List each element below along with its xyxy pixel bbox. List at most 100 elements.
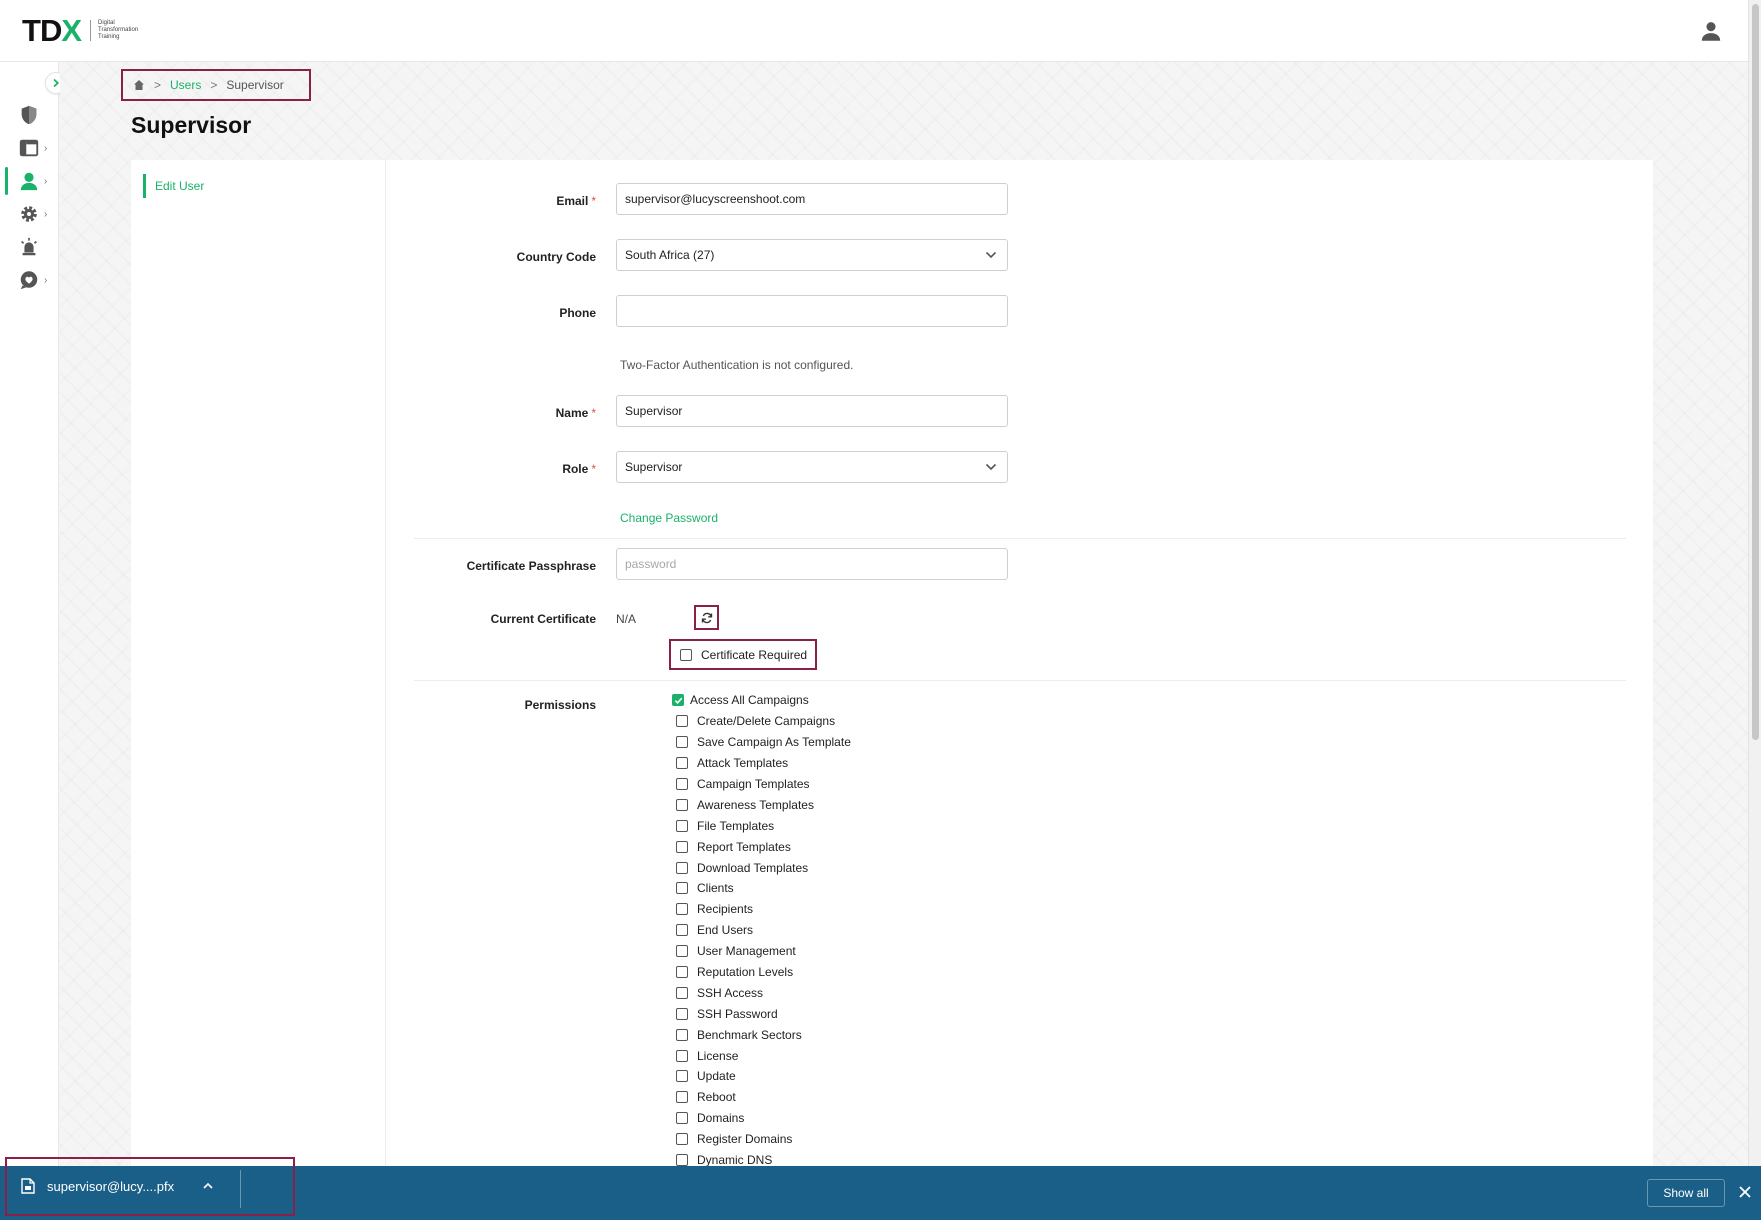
download-file-name: supervisor@lucy....pfx [47,1178,175,1194]
permission-end-users[interactable]: End Users [676,920,851,941]
checkbox[interactable] [676,861,688,874]
checkbox[interactable] [676,945,688,958]
download-item[interactable]: supervisor@lucy....pfx [5,1157,295,1216]
permission-create-delete-campaigns[interactable]: Create/Delete Campaigns [676,711,851,732]
checkbox[interactable] [676,1070,688,1083]
chevron-right-icon: › [44,175,48,187]
checkbox[interactable] [680,648,692,661]
logo-mark: TDX [22,13,82,48]
layout-icon [19,139,39,157]
permission-reboot[interactable]: Reboot [676,1087,851,1108]
checkbox[interactable] [676,924,688,937]
checkbox[interactable] [676,1154,688,1167]
chevron-right-icon: › [44,274,48,286]
permission-attack-templates[interactable]: Attack Templates [676,753,851,774]
permissions-label: Permissions [524,698,596,712]
current-certificate-label: Current Certificate [490,612,596,626]
vertical-scrollbar[interactable] [1748,0,1761,1166]
certificate-required-label: Certificate Required [701,647,808,662]
download-file[interactable]: supervisor@lucy....pfx [21,1178,214,1194]
sidebar-item-campaigns[interactable]: › [0,132,59,164]
sidebar-item-users[interactable]: › [0,165,59,197]
edit-user-form: Email * supervisor@lucyscreenshoot.com Co… [385,160,1653,1167]
permission-update[interactable]: Update [676,1066,851,1087]
sidebar-item-support[interactable]: › [0,264,59,296]
permission-awareness-templates[interactable]: Awareness Templates [676,794,851,815]
tab-panel: Edit User [131,160,385,1166]
checkbox[interactable] [676,966,688,979]
checkbox[interactable] [676,778,688,790]
check-icon [674,697,682,704]
breadcrumb-separator: > [154,78,162,92]
permission-ssh-access[interactable]: SSH Access [676,982,851,1003]
checkbox[interactable] [676,819,688,832]
permission-access-all-campaigns[interactable]: Access All Campaigns [672,690,851,711]
chevron-right-icon: › [44,208,48,220]
checkbox[interactable] [676,798,688,811]
checkbox[interactable] [676,1133,688,1146]
permission-register-domains[interactable]: Register Domains [676,1129,851,1150]
permission-recipients[interactable]: Recipients [676,899,851,920]
certificate-passphrase-input[interactable]: password [616,548,1008,580]
permission-reputation-levels[interactable]: Reputation Levels [676,962,851,983]
tdx-logo[interactable]: TDX Digital Transformation Training [22,15,150,46]
permission-user-management[interactable]: User Management [676,941,851,962]
sidebar-item-settings[interactable]: › [0,198,59,230]
sidebar-item-security[interactable] [0,99,59,131]
refresh-certificate-button[interactable] [694,605,719,630]
checkbox[interactable] [676,882,688,895]
checkbox-checked[interactable] [672,694,684,707]
role-select[interactable]: Supervisor [616,451,1008,483]
breadcrumb-users[interactable]: Users [170,78,201,92]
two-factor-note: Two-Factor Authentication is not configu… [620,358,854,372]
current-certificate-value: N/A [616,612,637,626]
page-title: Supervisor [131,112,252,138]
permission-save-campaign-as-template[interactable]: Save Campaign As Template [676,732,851,753]
show-all-button[interactable]: Show all [1647,1179,1725,1207]
gear-icon [21,206,37,222]
checkbox[interactable] [676,1112,688,1125]
permission-file-templates[interactable]: File Templates [676,815,851,836]
checkbox[interactable] [676,1028,688,1041]
sidebar-item-alerts[interactable] [0,231,59,263]
permission-ssh-password[interactable]: SSH Password [676,1003,851,1024]
name-field[interactable]: Supervisor [616,395,1008,427]
email-field[interactable]: supervisor@lucyscreenshoot.com [616,183,1008,215]
checkbox[interactable] [676,715,688,728]
phone-field[interactable] [616,295,1008,327]
permission-domains[interactable]: Domains [676,1108,851,1129]
top-header: TDX Digital Transformation Training [0,0,1748,62]
file-icon [21,1178,35,1194]
checkbox[interactable] [676,986,688,999]
user-account-icon[interactable] [1698,18,1724,44]
checkbox[interactable] [676,1007,688,1020]
checkbox[interactable] [676,757,688,770]
logo-subtitle: Digital Transformation Training [90,20,150,41]
downloads-bar: supervisor@lucy....pfx Show all [0,1157,1761,1220]
permissions-list: Access All Campaigns Create/Delete Campa… [672,690,851,1170]
permission-clients[interactable]: Clients [676,878,851,899]
checkbox[interactable] [676,736,688,749]
change-password-link[interactable]: Change Password [620,511,718,525]
country-code-value: South Africa (27) [625,248,715,262]
permission-report-templates[interactable]: Report Templates [676,836,851,857]
checkbox[interactable] [676,1049,688,1062]
permission-campaign-templates[interactable]: Campaign Templates [676,774,851,795]
checkbox[interactable] [676,1091,688,1104]
permission-license[interactable]: License [676,1045,851,1066]
tab-edit-user[interactable]: Edit User [143,174,204,198]
role-value: Supervisor [625,460,683,474]
chevron-up-icon[interactable] [202,1180,214,1192]
permission-download-templates[interactable]: Download Templates [676,857,851,878]
scrollbar-thumb[interactable] [1752,4,1759,740]
download-divider [240,1170,241,1208]
checkbox[interactable] [676,903,688,916]
home-icon[interactable] [133,79,145,91]
country-code-select[interactable]: South Africa (27) [616,239,1008,271]
certificate-required-checkbox[interactable]: Certificate Required [669,639,817,670]
section-divider [414,680,1626,681]
phone-label: Phone [559,306,596,320]
close-icon[interactable] [1738,1185,1752,1199]
permission-benchmark-sectors[interactable]: Benchmark Sectors [676,1024,851,1045]
checkbox[interactable] [676,840,688,853]
